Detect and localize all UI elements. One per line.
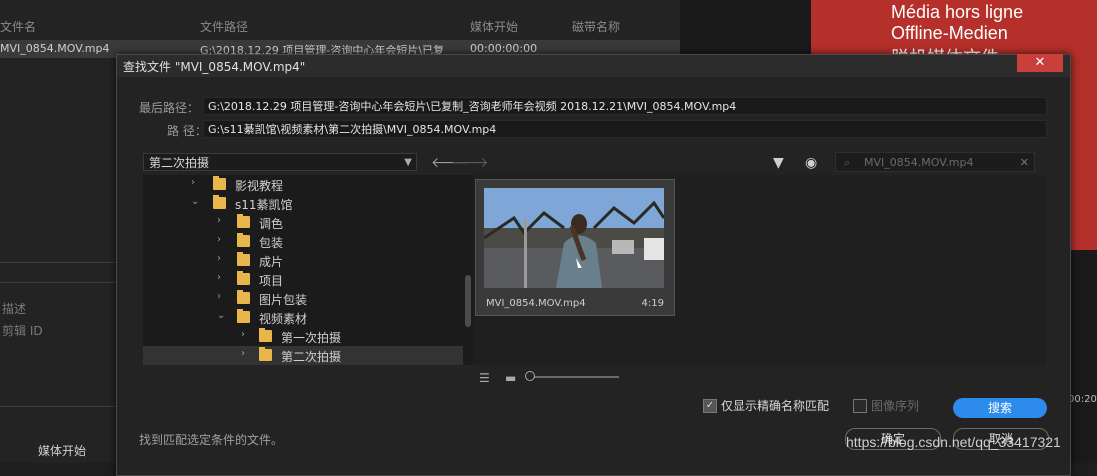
side-label-clip-id: 剪辑 ID	[2, 324, 43, 338]
filter-icon[interactable]: ▼	[773, 155, 784, 171]
chevron-right-icon[interactable]: ›	[217, 272, 221, 283]
chevron-down-icon: ▼	[404, 157, 412, 168]
zoom-slider-handle[interactable]	[525, 371, 535, 381]
scrollbar-thumb[interactable]	[465, 275, 471, 327]
offline-text-de: Offline-Medien	[891, 23, 1008, 43]
folder-icon	[213, 195, 226, 209]
dialog-titlebar[interactable]: 查找文件 "MVI_0854.MOV.mp4" ✕	[117, 54, 1070, 77]
tree-item-label: 项目	[259, 274, 284, 288]
chevron-right-icon[interactable]: ›	[217, 234, 221, 245]
icon-view-icon[interactable]: ▬	[505, 371, 516, 385]
path-field[interactable]: G:\s11綦凯馆\视频素材\第二次拍摄\MVI_0854.MOV.mp4	[203, 120, 1047, 138]
divider	[0, 406, 120, 407]
divider	[0, 262, 120, 263]
close-button[interactable]: ✕	[1017, 54, 1063, 72]
tree-item-label: 视频素材	[259, 312, 308, 326]
tree-item[interactable]: ⌄ 视频素材	[143, 308, 463, 327]
tree-item-label: 图片包装	[259, 293, 308, 307]
find-file-dialog: 查找文件 "MVI_0854.MOV.mp4" ✕ 最后路径： G:\2018.…	[116, 54, 1071, 476]
tree-scrollbar[interactable]	[463, 175, 473, 365]
path-label: 路 径：	[167, 124, 207, 138]
location-dropdown[interactable]: 第二次拍摄 ▼	[143, 153, 417, 171]
clear-icon[interactable]: ✕	[1020, 153, 1029, 173]
tree-item-label: 成片	[259, 255, 284, 269]
location-dropdown-value: 第二次拍摄	[149, 156, 210, 170]
chevron-right-icon[interactable]: ›	[217, 291, 221, 302]
close-icon: ✕	[1034, 55, 1046, 70]
chevron-right-icon[interactable]: ›	[241, 329, 245, 340]
exact-match-checkbox[interactable]: ✓	[703, 399, 717, 413]
tree-item-label: 包装	[259, 236, 284, 250]
tree-item[interactable]: › 包装	[143, 232, 463, 251]
tree-item-label: 第一次拍摄	[281, 331, 342, 345]
chevron-right-icon[interactable]: ›	[191, 177, 195, 188]
thumbnail-filename: MVI_0854.MOV.mp4	[486, 298, 586, 309]
chevron-right-icon[interactable]: ›	[217, 253, 221, 264]
folder-icon	[237, 214, 250, 228]
status-message: 找到匹配选定条件的文件。	[139, 433, 284, 447]
search-input[interactable]: ⌕ MVI_0854.MOV.mp4 ✕	[835, 152, 1035, 172]
zoom-slider[interactable]	[529, 376, 619, 378]
eye-icon[interactable]: ◉	[805, 155, 817, 171]
dialog-title: 查找文件 "MVI_0854.MOV.mp4"	[123, 60, 306, 74]
folder-icon	[237, 252, 250, 266]
offline-text-fr: Média hors ligne	[891, 2, 1024, 22]
search-placeholder: MVI_0854.MOV.mp4	[864, 156, 974, 169]
column-header-path[interactable]: 文件路径	[200, 18, 248, 35]
chevron-down-icon[interactable]: ⌄	[191, 196, 199, 207]
folder-tree: › 影视教程 ⌄ s11綦凯馆 › 调色 › 包装 › 成片 › 项目 › 图片…	[143, 175, 463, 365]
video-thumbnail	[484, 188, 664, 288]
image-sequence-label: 图像序列	[871, 399, 920, 413]
search-button[interactable]: 搜索	[953, 398, 1047, 418]
side-label-description: 描述	[2, 302, 27, 316]
column-header-filename[interactable]: 文件名	[0, 18, 36, 35]
tree-item[interactable]: › 调色	[143, 213, 463, 232]
folder-icon	[237, 290, 250, 304]
folder-icon	[259, 328, 272, 342]
divider	[0, 282, 120, 283]
folder-icon	[237, 271, 250, 285]
watermark-url: https://blog.csdn.net/qq_33417321	[846, 434, 1061, 450]
last-path-label: 最后路径：	[139, 101, 200, 115]
folder-icon	[237, 233, 250, 247]
tree-item[interactable]: › 第一次拍摄	[143, 327, 463, 346]
tree-item[interactable]: › 项目	[143, 270, 463, 289]
tree-item[interactable]: › 图片包装	[143, 289, 463, 308]
exact-match-label: 仅显示精确名称匹配	[721, 399, 830, 413]
tree-item[interactable]: › 影视教程	[143, 175, 463, 194]
timecode-readout: 00:20:0	[1068, 394, 1097, 405]
tree-item-label: s11綦凯馆	[235, 198, 293, 212]
chevron-down-icon[interactable]: ⌄	[217, 310, 225, 321]
tree-item-label: 影视教程	[235, 179, 284, 193]
image-sequence-checkbox[interactable]	[853, 399, 867, 413]
folder-icon	[237, 309, 250, 323]
folder-icon	[213, 176, 226, 190]
row-filename: MVI_0854.MOV.mp4	[0, 42, 110, 55]
tree-item-label: 调色	[259, 217, 284, 231]
bottom-label-media-start: 媒体开始	[38, 444, 87, 458]
file-thumbnail-card[interactable]: MVI_0854.MOV.mp4 4:19	[475, 179, 675, 316]
tree-item-label: 第二次拍摄	[281, 350, 342, 364]
list-view-icon[interactable]: ☰	[479, 371, 490, 385]
last-path-field[interactable]: G:\2018.12.29 项目管理-咨询中心年会短片\已复制_咨询老师年会视频…	[203, 97, 1047, 115]
folder-icon	[259, 347, 272, 361]
thumbnail-duration: 4:19	[641, 298, 664, 309]
chevron-right-icon[interactable]: ›	[241, 348, 245, 359]
tree-item[interactable]: › 成片	[143, 251, 463, 270]
search-icon: ⌕	[844, 156, 851, 169]
column-header-tape-name[interactable]: 磁带名称	[572, 18, 620, 35]
forward-arrow-icon[interactable]: 🡒	[451, 154, 489, 171]
tree-item[interactable]: ⌄ s11綦凯馆	[143, 194, 463, 213]
column-header-media-start[interactable]: 媒体开始	[470, 18, 518, 35]
chevron-right-icon[interactable]: ›	[217, 215, 221, 226]
tree-item-selected[interactable]: › 第二次拍摄	[143, 346, 463, 365]
